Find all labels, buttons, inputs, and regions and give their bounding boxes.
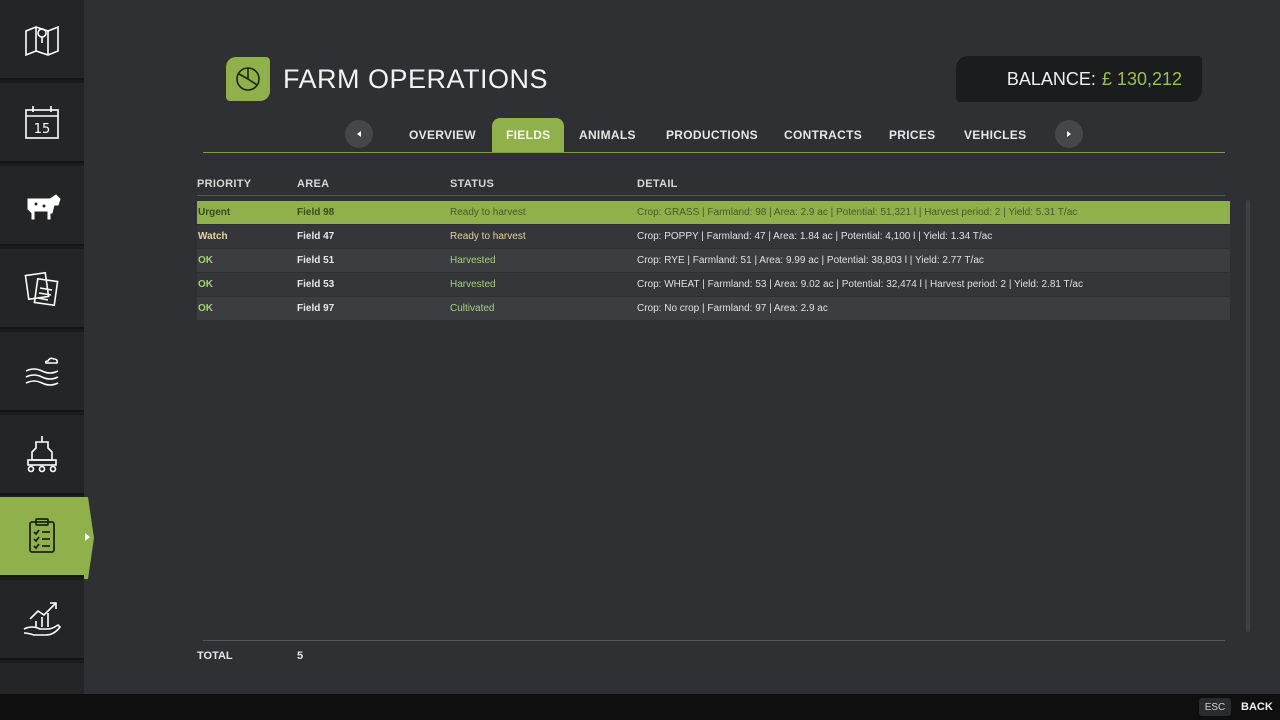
sidebar: 15 bbox=[0, 0, 84, 720]
tab-animals[interactable]: ANIMALS bbox=[579, 118, 636, 152]
table-scrollbar[interactable] bbox=[1246, 200, 1250, 632]
header-divider bbox=[197, 195, 1225, 196]
tab-fields[interactable]: FIELDS bbox=[492, 118, 565, 152]
table-row[interactable]: Watch Field 47 Ready to harvest Crop: PO… bbox=[197, 225, 1230, 248]
balance-value: £ 130,212 bbox=[1101, 68, 1182, 89]
pie-chart-icon bbox=[226, 57, 270, 101]
column-header-status[interactable]: STATUS bbox=[450, 178, 494, 190]
active-indicator bbox=[84, 497, 94, 579]
column-header-area[interactable]: AREA bbox=[297, 178, 329, 190]
status-cell: Ready to harvest bbox=[450, 207, 526, 218]
calendar-icon: 15 bbox=[25, 106, 59, 139]
tab-vehicles[interactable]: VEHICLES bbox=[964, 118, 1026, 152]
area-cell: Field 51 bbox=[297, 255, 335, 266]
esc-key-hint[interactable]: ESC bbox=[1199, 698, 1231, 716]
tab-prices[interactable]: PRICES bbox=[889, 118, 935, 152]
table-row[interactable]: Urgent Field 98 Ready to harvest Crop: G… bbox=[197, 201, 1230, 224]
svg-text:15: 15 bbox=[34, 122, 51, 137]
tab-contracts[interactable]: CONTRACTS bbox=[784, 118, 862, 152]
footer-divider bbox=[203, 640, 1225, 641]
chevron-left-icon bbox=[357, 131, 361, 137]
finance-icon bbox=[23, 602, 62, 636]
tab-prev-button[interactable] bbox=[345, 120, 373, 148]
table-row[interactable]: OK Field 53 Harvested Crop: WHEAT | Farm… bbox=[197, 273, 1230, 296]
table-row[interactable]: OK Field 97 Cultivated Crop: No crop | F… bbox=[197, 297, 1230, 320]
detail-cell: Crop: RYE | Farmland: 51 | Area: 9.99 ac… bbox=[637, 255, 984, 266]
priority-cell: Urgent bbox=[198, 207, 231, 218]
sidebar-item-weather[interactable] bbox=[0, 332, 84, 412]
column-header-detail[interactable]: DETAIL bbox=[637, 178, 678, 190]
tab-productions[interactable]: PRODUCTIONS bbox=[666, 118, 758, 152]
status-cell: Harvested bbox=[450, 255, 496, 266]
detail-cell: Crop: WHEAT | Farmland: 53 | Area: 9.02 … bbox=[637, 279, 1083, 290]
sidebar-item-production[interactable] bbox=[0, 415, 84, 495]
status-cell: Cultivated bbox=[450, 303, 495, 314]
sidebar-item-calendar[interactable]: 15 bbox=[0, 83, 84, 163]
total-value: 5 bbox=[297, 650, 304, 662]
status-cell: Ready to harvest bbox=[450, 231, 526, 242]
detail-cell: Crop: GRASS | Farmland: 98 | Area: 2.9 a… bbox=[637, 207, 1078, 218]
cow-icon bbox=[27, 194, 61, 220]
priority-cell: OK bbox=[198, 279, 213, 290]
priority-cell: OK bbox=[198, 303, 213, 314]
area-cell: Field 53 bbox=[297, 279, 335, 290]
balance-panel: BALANCE: £ 130,212 bbox=[956, 56, 1202, 102]
page-title: FARM OPERATIONS bbox=[283, 64, 549, 94]
detail-cell: Crop: POPPY | Farmland: 47 | Area: 1.84 … bbox=[637, 231, 993, 242]
tab-underline bbox=[203, 152, 1225, 153]
column-header-priority[interactable]: PRIORITY bbox=[197, 178, 251, 190]
detail-cell: Crop: No crop | Farmland: 97 | Area: 2.9… bbox=[637, 303, 828, 314]
documents-icon bbox=[24, 271, 59, 307]
map-icon bbox=[25, 25, 59, 57]
tab-next-button[interactable] bbox=[1055, 120, 1083, 148]
sidebar-item-animals[interactable] bbox=[0, 166, 84, 246]
table-row[interactable]: OK Field 51 Harvested Crop: RYE | Farmla… bbox=[197, 249, 1230, 272]
status-cell: Harvested bbox=[450, 279, 496, 290]
production-icon bbox=[27, 436, 57, 473]
clipboard-icon bbox=[29, 518, 55, 553]
tab-overview[interactable]: OVERVIEW bbox=[409, 118, 476, 152]
area-cell: Field 98 bbox=[297, 207, 335, 218]
sidebar-item-map[interactable] bbox=[0, 0, 84, 80]
sidebar-item-farm-operations[interactable] bbox=[0, 497, 84, 577]
chevron-right-icon bbox=[1067, 131, 1071, 137]
weather-icon bbox=[25, 357, 59, 386]
back-button[interactable]: BACK bbox=[1241, 701, 1273, 713]
sidebar-item-finances[interactable] bbox=[0, 580, 84, 660]
total-label: TOTAL bbox=[197, 650, 233, 662]
sidebar-item-documents[interactable] bbox=[0, 249, 84, 329]
area-cell: Field 47 bbox=[297, 231, 335, 242]
area-cell: Field 97 bbox=[297, 303, 335, 314]
priority-cell: OK bbox=[198, 255, 213, 266]
bottom-bar bbox=[0, 694, 1280, 720]
balance-label: BALANCE: bbox=[1006, 68, 1096, 89]
priority-cell: Watch bbox=[198, 231, 228, 242]
